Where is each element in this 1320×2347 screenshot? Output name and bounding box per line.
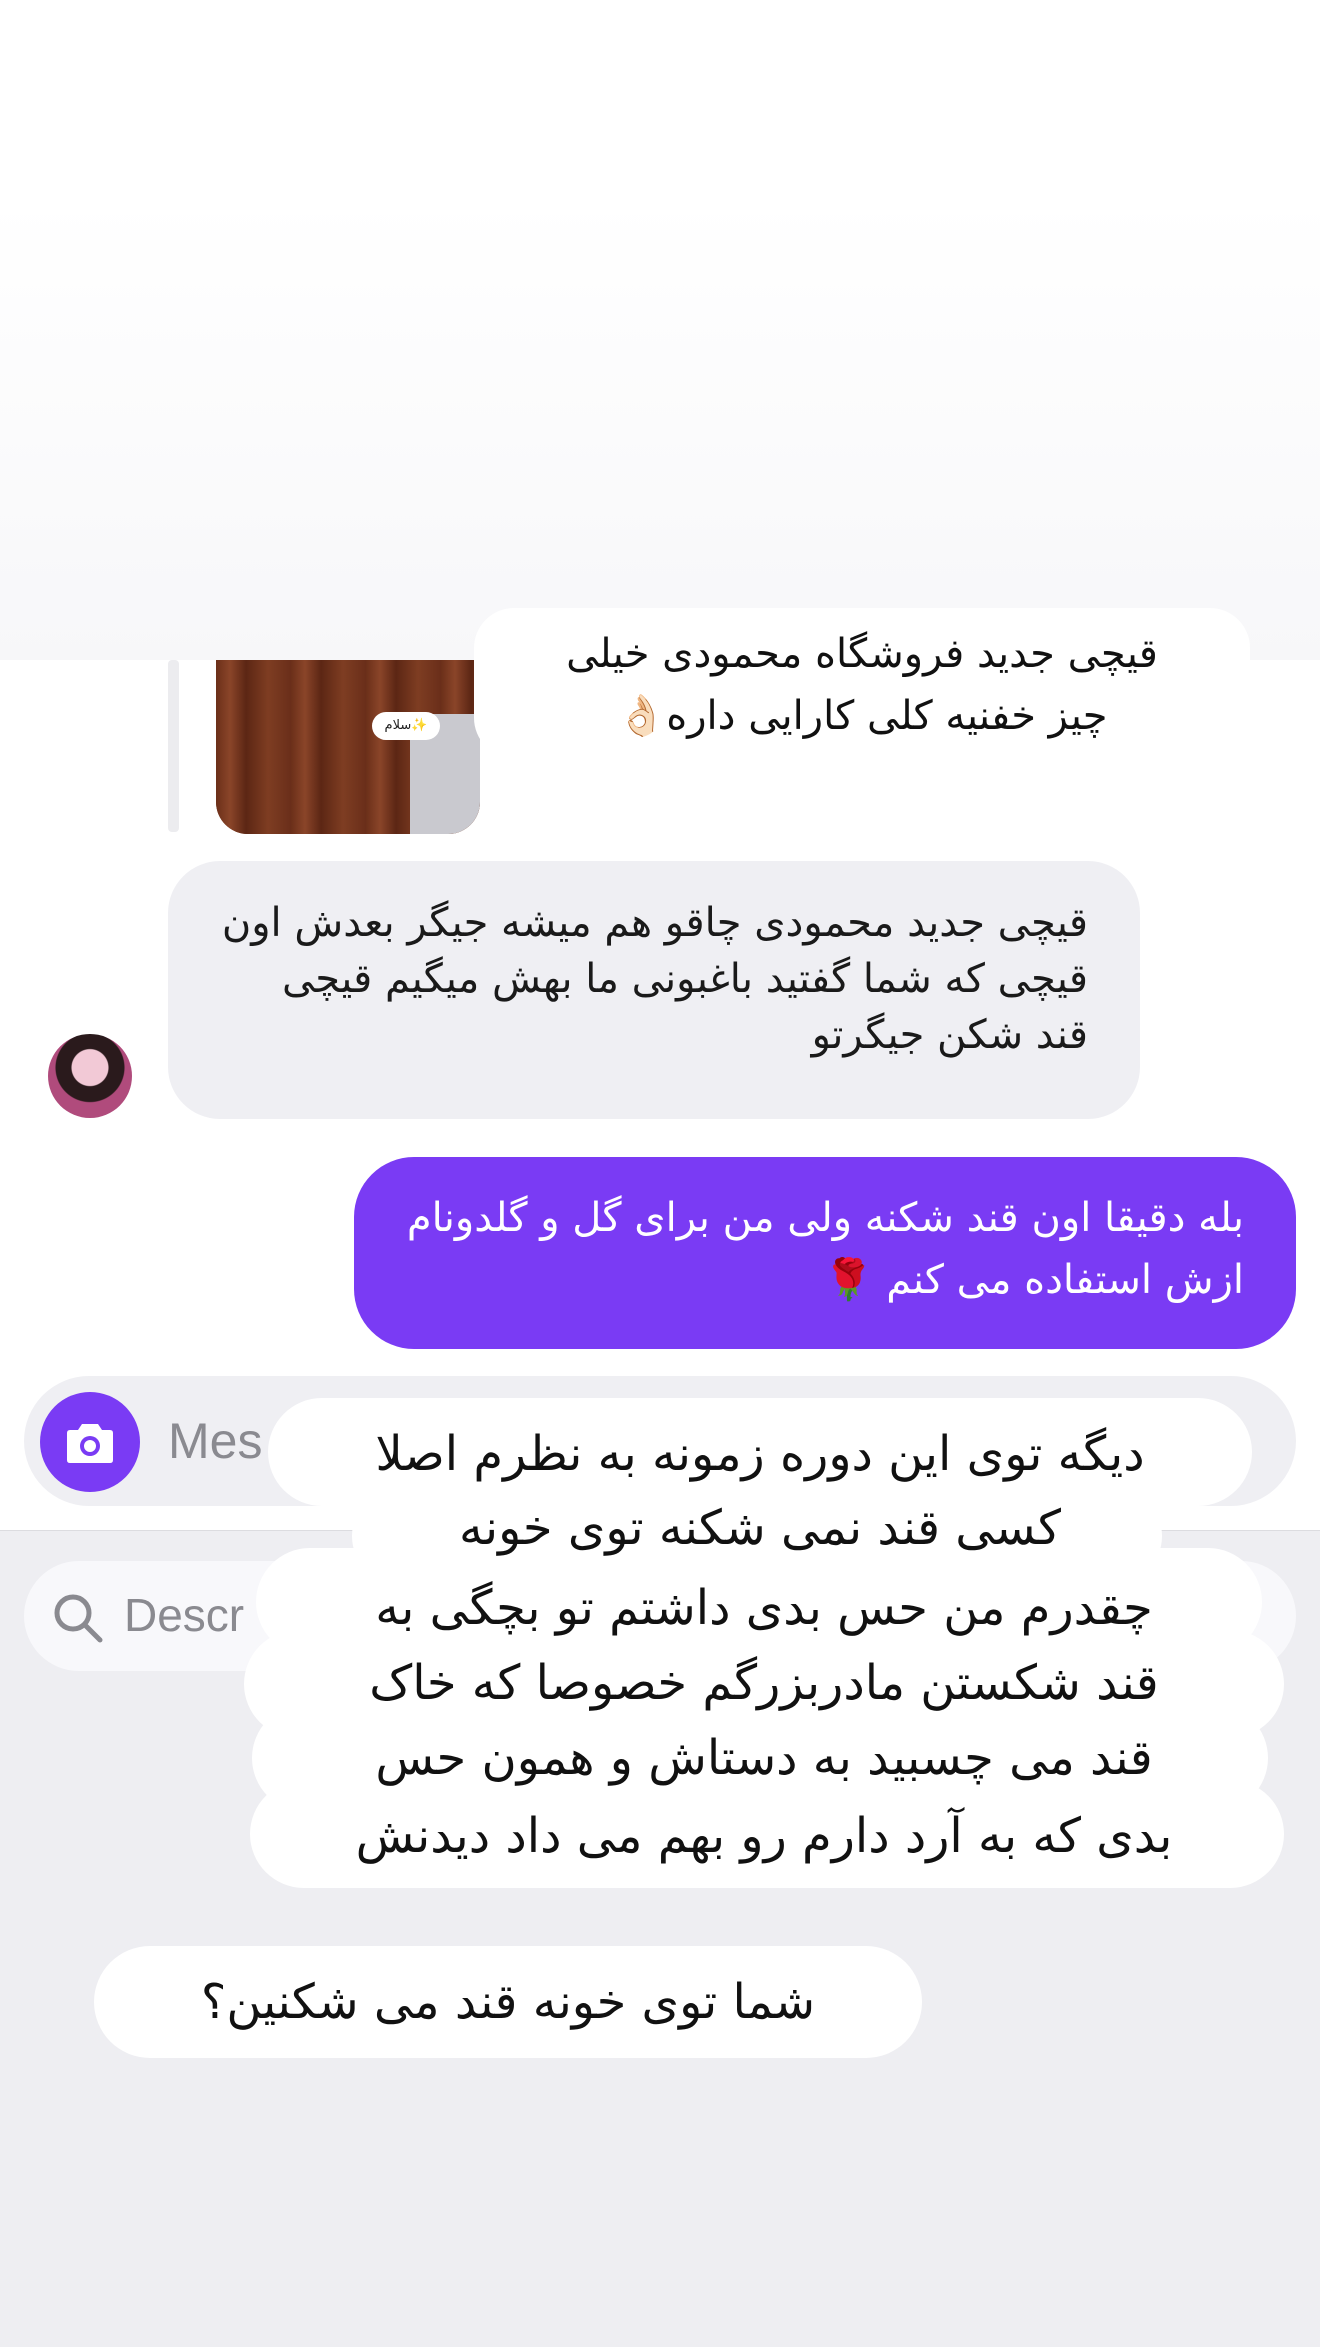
shared-post-thumbnail[interactable]: سلام✨ (216, 660, 480, 834)
outgoing-message-bubble[interactable]: بله دقیقا اون قند شکنه ولی من برای گل و … (354, 1157, 1296, 1349)
incoming-message-bubble[interactable]: قیچی جدید محمودی چاقو هم میشه جیگر بعدش … (168, 861, 1140, 1119)
message-input-placeholder[interactable]: Mes (168, 1412, 262, 1470)
camera-button[interactable] (40, 1392, 140, 1492)
story-text-line-5: قند می چسبید به دستاش و همون حس (375, 1730, 1153, 1786)
reply-indicator-bar (168, 660, 179, 832)
search-icon (54, 1594, 103, 1643)
avatar[interactable] (48, 1034, 132, 1118)
story-text-line-6: بدی که به آرد دارم رو بهم می داد دیدنش (355, 1808, 1173, 1864)
shared-post-caption-line-2: چیز خفنیه کلی کارایی داره👌🏻 (616, 693, 1108, 739)
outgoing-message-text: بله دقیقا اون قند شکنه ولی من برای گل و … (406, 1195, 1244, 1303)
camera-icon (67, 1424, 113, 1463)
story-background (0, 0, 1320, 660)
story-question-text: شما توی خونه قند می شکنین؟ (200, 1974, 816, 2030)
story-text-line-2: کسی قند نمی شکنه توی خونه (459, 1500, 1061, 1556)
shared-post-caption-line-1: قیچی جدید فروشگاه محمودی خیلی (566, 631, 1158, 677)
incoming-message-text: قیچی جدید محمودی چاقو هم میشه جیگر بعدش … (221, 900, 1088, 1058)
thumbnail-sticker: سلام✨ (372, 712, 440, 740)
sticker-search-placeholder[interactable]: Descr (124, 1588, 244, 1642)
story-text-line-3: چقدرم من حس بدی داشتم تو بچگی به (375, 1580, 1153, 1636)
story-text-line-1: دیگه توی این دوره زمونه به نظرم اصلا (375, 1426, 1145, 1482)
story-text-line-4: قند شکستن مادربزرگم خصوصا که خاک (369, 1655, 1159, 1711)
